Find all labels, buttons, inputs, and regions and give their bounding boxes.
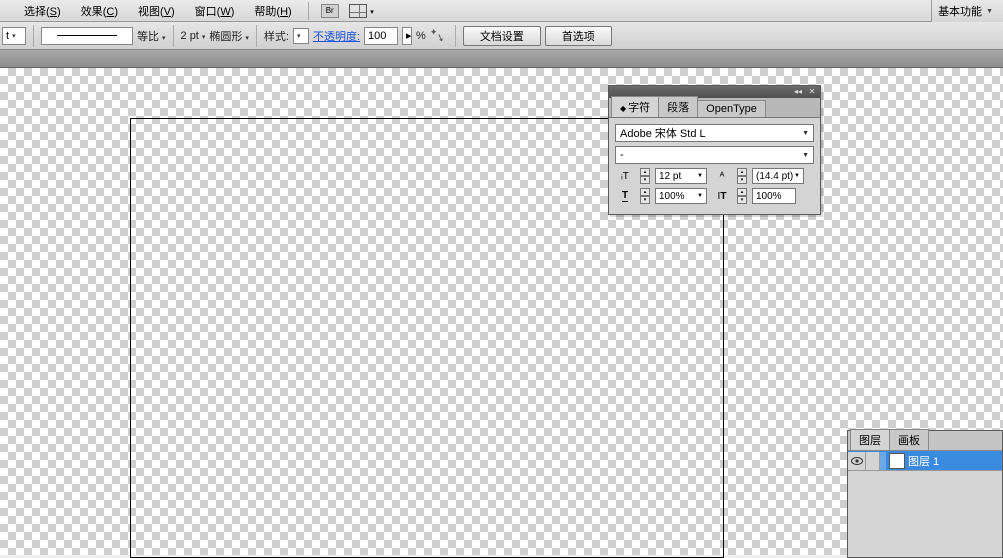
tab-paragraph[interactable]: 段落 [658, 96, 698, 117]
stroke-weight-dropdown[interactable]: 2 pt [181, 30, 206, 42]
menu-window[interactable]: 窗口(W) [185, 1, 245, 21]
arrange-docs-icon[interactable] [349, 4, 367, 18]
percent-label: % [416, 30, 426, 42]
opacity-slider-toggle[interactable]: ▸ [402, 27, 412, 45]
chevron-down-icon: ▼ [802, 152, 809, 159]
horizontal-scale-input[interactable]: 100% [752, 188, 796, 204]
divider [256, 25, 257, 47]
unit-dropdown[interactable]: t [2, 27, 26, 45]
menu-help[interactable]: 帮助(H) [244, 1, 301, 21]
font-size-icon: ᵢT [615, 168, 635, 184]
tab-layers[interactable]: 图层 [850, 429, 890, 450]
preferences-button[interactable]: 首选项 [545, 26, 612, 46]
panel-tabstrip: ◆字符 段落 OpenType [609, 98, 820, 118]
dock-strip [0, 50, 1003, 68]
divider [33, 25, 34, 47]
layers-empty-area [848, 471, 1002, 557]
recolor-icon[interactable] [430, 27, 448, 45]
font-style-select[interactable]: -▼ [615, 146, 814, 164]
tab-opentype[interactable]: OpenType [697, 100, 766, 117]
menu-bar: 选择(S) 效果(C) 视图(V) 窗口(W) 帮助(H) Br 基本功能 ▼ [0, 0, 1003, 22]
panel-body: Adobe 宋体 Std L▼ -▼ ᵢT ▴▾ 12 pt▼ ᴬ ▴▾ (14… [609, 118, 820, 214]
collapse-icon[interactable]: ◂◂ [792, 87, 804, 97]
opacity-link[interactable]: 不透明度: [313, 28, 360, 44]
vertical-scale-spinner[interactable]: ▴▾ [640, 188, 650, 204]
stroke-preview[interactable] [41, 27, 133, 45]
character-panel: ◂◂ ✕ ◆字符 段落 OpenType Adobe 宋体 Std L▼ -▼ … [608, 85, 821, 215]
vertical-scale-icon: T [615, 188, 635, 204]
opacity-input[interactable]: 100 [364, 27, 398, 45]
ratio-dropdown[interactable]: 等比 [137, 28, 166, 44]
leading-icon: ᴬ [712, 168, 732, 184]
layer-color-bar [880, 452, 886, 470]
tab-artboards[interactable]: 画板 [889, 429, 929, 450]
layers-panel: 图层 画板 图层 1 [847, 430, 1003, 558]
bridge-button[interactable]: Br [321, 4, 339, 18]
layer-row[interactable]: 图层 1 [848, 451, 1002, 471]
options-bar: t 等比 2 pt 椭圆形 样式: 不透明度: 100 ▸ % 文档设置 首选项 [0, 22, 1003, 50]
divider [173, 25, 174, 47]
lock-slot[interactable] [866, 452, 880, 470]
menu-effect[interactable]: 效果(C) [71, 1, 128, 21]
close-icon[interactable]: ✕ [806, 87, 818, 97]
visibility-toggle[interactable] [848, 452, 866, 470]
divider [308, 2, 309, 20]
divider [455, 25, 456, 47]
font-family-value: Adobe 宋体 Std L [620, 125, 706, 141]
layer-name[interactable]: 图层 1 [908, 453, 939, 469]
line-sample-icon [57, 35, 117, 36]
stroke-profile-dropdown[interactable]: 椭圆形 [209, 28, 249, 44]
leading-input[interactable]: (14.4 pt)▼ [752, 168, 804, 184]
eye-icon [851, 457, 863, 465]
font-family-select[interactable]: Adobe 宋体 Std L ▼ [615, 124, 814, 142]
style-label: 样式: [264, 28, 289, 44]
active-indicator-icon: ◆ [620, 104, 626, 113]
vertical-scale-input[interactable]: 100%▼ [655, 188, 707, 204]
leading-spinner[interactable]: ▴▾ [737, 168, 747, 184]
layer-thumbnail[interactable] [889, 453, 905, 469]
font-size-spinner[interactable]: ▴▾ [640, 168, 650, 184]
chevron-down-icon: ▼ [802, 130, 809, 137]
layers-tabstrip: 图层 画板 [848, 431, 1002, 451]
horizontal-scale-icon: IT [712, 188, 732, 204]
font-size-input[interactable]: 12 pt▼ [655, 168, 707, 184]
menu-view[interactable]: 视图(V) [128, 1, 185, 21]
style-swatch[interactable] [293, 28, 309, 44]
menu-select[interactable]: 选择(S) [14, 1, 71, 21]
workspace-label: 基本功能 [938, 3, 982, 19]
chevron-down-icon: ▼ [986, 8, 993, 15]
tab-character[interactable]: ◆字符 [611, 96, 659, 117]
font-style-value: - [620, 149, 624, 161]
workspace-switcher[interactable]: 基本功能 ▼ [931, 0, 1003, 22]
horizontal-scale-spinner[interactable]: ▴▾ [737, 188, 747, 204]
doc-setup-button[interactable]: 文档设置 [463, 26, 541, 46]
